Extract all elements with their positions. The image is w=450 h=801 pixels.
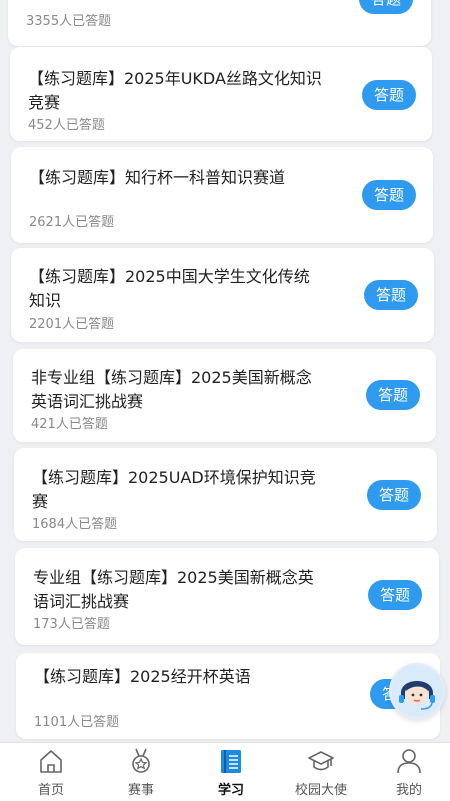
medal-icon — [132, 748, 150, 773]
item-title: 【练习题库】2025UAD环境保护知识竞赛 — [32, 468, 316, 511]
list-item[interactable]: 【练习题库】2025年UKDA丝路文化知识竞赛 452人已答题 答题 — [10, 47, 432, 141]
answer-button[interactable]: 答题 — [364, 280, 418, 310]
tab-competitions[interactable]: 赛事 — [96, 743, 186, 801]
tab-label: 赛事 — [127, 783, 154, 798]
tab-label: 校园大使 — [294, 783, 347, 798]
user-icon — [397, 749, 421, 774]
list-item[interactable]: 【练习题库】2025UAD环境保护知识竞赛 1684人已答题 答题 — [14, 448, 437, 541]
answer-button[interactable]: 答题 — [359, 0, 413, 14]
answer-button[interactable]: 答题 — [362, 80, 416, 110]
graduation-cap-icon — [308, 751, 334, 771]
item-title: 专业组【练习题库】2025美国新概念英语词汇挑战赛 — [33, 568, 314, 611]
list-item[interactable]: 3355人已答题 答题 — [8, 0, 431, 46]
tab-study[interactable]: 学习 — [186, 743, 276, 801]
participant-count: 173人已答题 — [33, 617, 110, 632]
tab-label: 首页 — [37, 783, 64, 798]
answer-button[interactable]: 答题 — [362, 180, 416, 210]
item-title: 【练习题库】2025经开杯英语 — [34, 667, 251, 686]
list-item[interactable]: 非专业组【练习题库】2025美国新概念英语词汇挑战赛 421人已答题 答题 — [13, 349, 436, 442]
tab-label: 我的 — [395, 783, 422, 798]
assistant-avatar-icon — [391, 665, 443, 717]
item-title: 【练习题库】2025年UKDA丝路文化知识竞赛 — [28, 69, 322, 112]
item-title: 非专业组【练习题库】2025美国新概念英语词汇挑战赛 — [31, 368, 312, 411]
participant-count: 421人已答题 — [31, 417, 108, 432]
list-item[interactable]: 【练习题库】2025中国大学生文化传统知识 2201人已答题 答题 — [11, 248, 434, 342]
tab-campus-ambassador[interactable]: 校园大使 — [276, 743, 366, 801]
book-icon — [221, 750, 241, 773]
participant-count: 3355人已答题 — [26, 14, 112, 29]
item-title: 【练习题库】知行杯一科普知识赛道 — [29, 168, 286, 187]
customer-service-button[interactable] — [389, 663, 445, 719]
competition-list: 3355人已答题 答题 【练习题库】2025年UKDA丝路文化知识竞赛 452人… — [0, 0, 450, 742]
list-item[interactable]: 【练习题库】2025经开杯英语 1101人已答题 答题 — [16, 653, 440, 739]
tab-home[interactable]: 首页 — [6, 743, 96, 801]
participant-count: 2201人已答题 — [29, 317, 115, 332]
list-item[interactable]: 专业组【练习题库】2025美国新概念英语词汇挑战赛 173人已答题 答题 — [15, 548, 439, 645]
answer-button[interactable]: 答题 — [367, 480, 421, 510]
answer-button[interactable]: 答题 — [368, 580, 422, 610]
tab-profile[interactable]: 我的 — [364, 743, 450, 801]
answer-button[interactable]: 答题 — [366, 380, 420, 410]
participant-count: 2621人已答题 — [29, 215, 115, 230]
participant-count: 1101人已答题 — [34, 715, 120, 730]
home-icon — [40, 750, 62, 773]
item-title: 【练习题库】2025中国大学生文化传统知识 — [29, 267, 310, 310]
list-item[interactable]: 【练习题库】知行杯一科普知识赛道 2621人已答题 答题 — [11, 147, 433, 243]
participant-count: 452人已答题 — [28, 118, 105, 133]
tab-label: 学习 — [217, 783, 244, 798]
participant-count: 1684人已答题 — [32, 517, 118, 532]
bottom-tab-bar: 首页 赛事 学习 校园大使 我的 — [0, 742, 450, 801]
